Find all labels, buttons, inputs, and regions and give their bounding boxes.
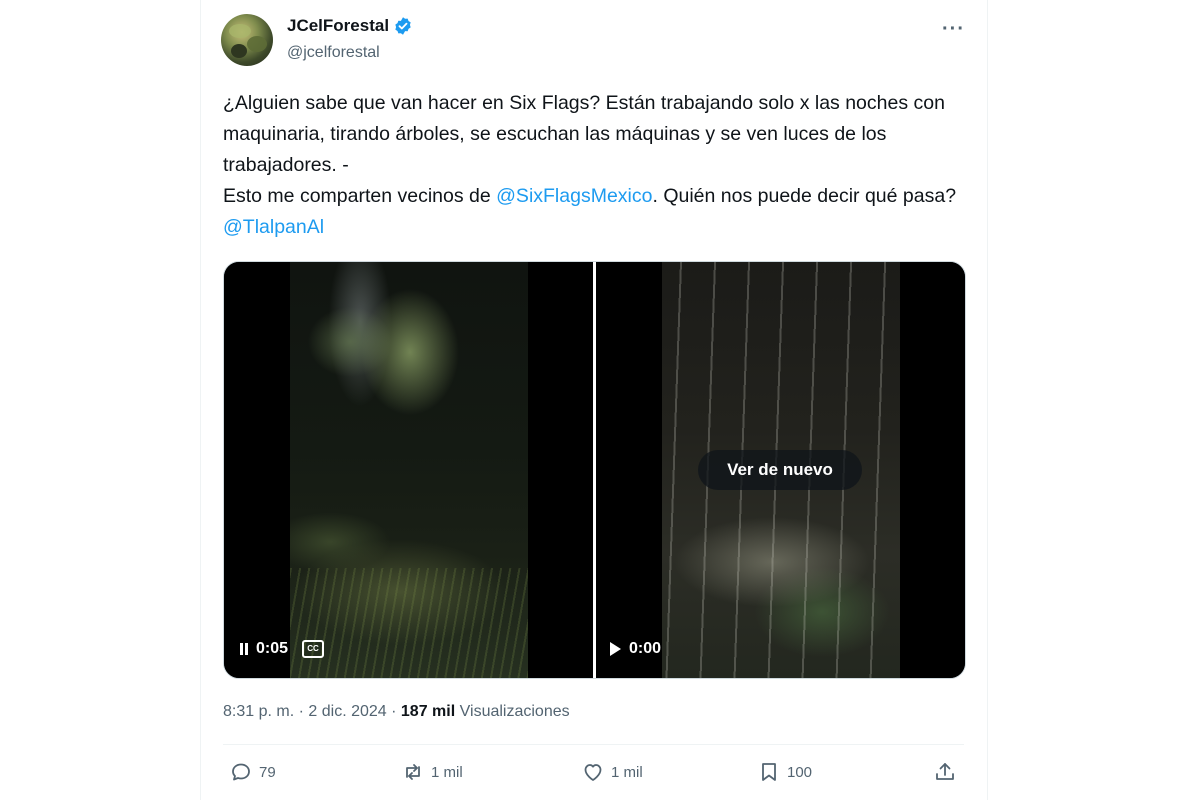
captions-icon[interactable]: CC: [302, 640, 325, 658]
reply-icon: [232, 763, 250, 781]
share-icon: [936, 763, 954, 780]
tweet-date[interactable]: 2 dic. 2024: [308, 703, 386, 720]
views-count: 187 mil: [400, 703, 456, 720]
repost-icon: [406, 764, 420, 780]
repost-button[interactable]: 1 mil: [401, 760, 463, 784]
views-label: Visualizaciones: [459, 703, 570, 720]
more-options-icon[interactable]: ···: [942, 18, 965, 41]
tweet-text-middle: . Quién nos puede decir qué pasa?: [652, 185, 957, 207]
bookmark-button[interactable]: 100: [757, 760, 812, 784]
play-icon[interactable]: [610, 642, 621, 656]
author-name-row: JCelForestal: [287, 16, 413, 36]
meta-separator-2: ·: [391, 703, 397, 720]
video-frame-1: [290, 262, 528, 678]
action-bar: 79 1 mil 1 mil 100: [223, 760, 964, 794]
bookmark-count: 100: [787, 763, 813, 781]
tweet-text: ¿Alguien sabe que van hacer en Six Flags…: [223, 88, 971, 243]
bookmark-icon: [762, 763, 776, 781]
meta-separator: ·: [298, 703, 304, 720]
video-controls-1: 0:05 CC: [238, 634, 325, 664]
media-grid: 0:05 CC Ver de nuevo 0:00: [223, 261, 966, 679]
reply-count: 79: [259, 763, 276, 781]
author-handle[interactable]: @jcelforestal: [287, 44, 380, 62]
verified-badge-icon: [395, 17, 411, 35]
replay-button[interactable]: Ver de nuevo: [698, 450, 862, 490]
heart-icon: [584, 764, 602, 781]
like-button[interactable]: 1 mil: [581, 760, 643, 784]
mention-tlalpanal[interactable]: @TlalpanAl: [223, 216, 324, 238]
tweet-text-prefix: Esto me comparten vecinos de: [223, 185, 497, 207]
author-display-name[interactable]: JCelForestal: [287, 16, 389, 36]
mention-sixflagsmexico[interactable]: @SixFlagsMexico: [496, 185, 652, 207]
video-controls-2: 0:00: [610, 634, 661, 664]
tweet-meta: 8:31 p. m. · 2 dic. 2024 · 187 mil Visua…: [223, 703, 570, 721]
pause-icon[interactable]: [238, 642, 250, 656]
tweet-text-line2: Esto me comparten vecinos de @SixFlagsMe…: [223, 181, 971, 243]
video-time-2: 0:00: [629, 640, 662, 657]
tweet-text-line1: ¿Alguien sabe que van hacer en Six Flags…: [223, 92, 945, 176]
share-button[interactable]: [933, 760, 957, 784]
reply-button[interactable]: 79: [229, 760, 276, 784]
divider: [223, 744, 964, 745]
like-count: 1 mil: [611, 763, 643, 781]
video-player-1[interactable]: 0:05 CC: [224, 262, 593, 678]
repost-count: 1 mil: [431, 763, 463, 781]
avatar[interactable]: [221, 14, 273, 66]
tweet-time[interactable]: 8:31 p. m.: [223, 703, 294, 720]
video-time-1: 0:05: [256, 640, 289, 657]
video-player-2[interactable]: Ver de nuevo 0:00: [596, 262, 965, 678]
tweet-card: JCelForestal @jcelforestal ··· ¿Alguien …: [200, 0, 988, 800]
